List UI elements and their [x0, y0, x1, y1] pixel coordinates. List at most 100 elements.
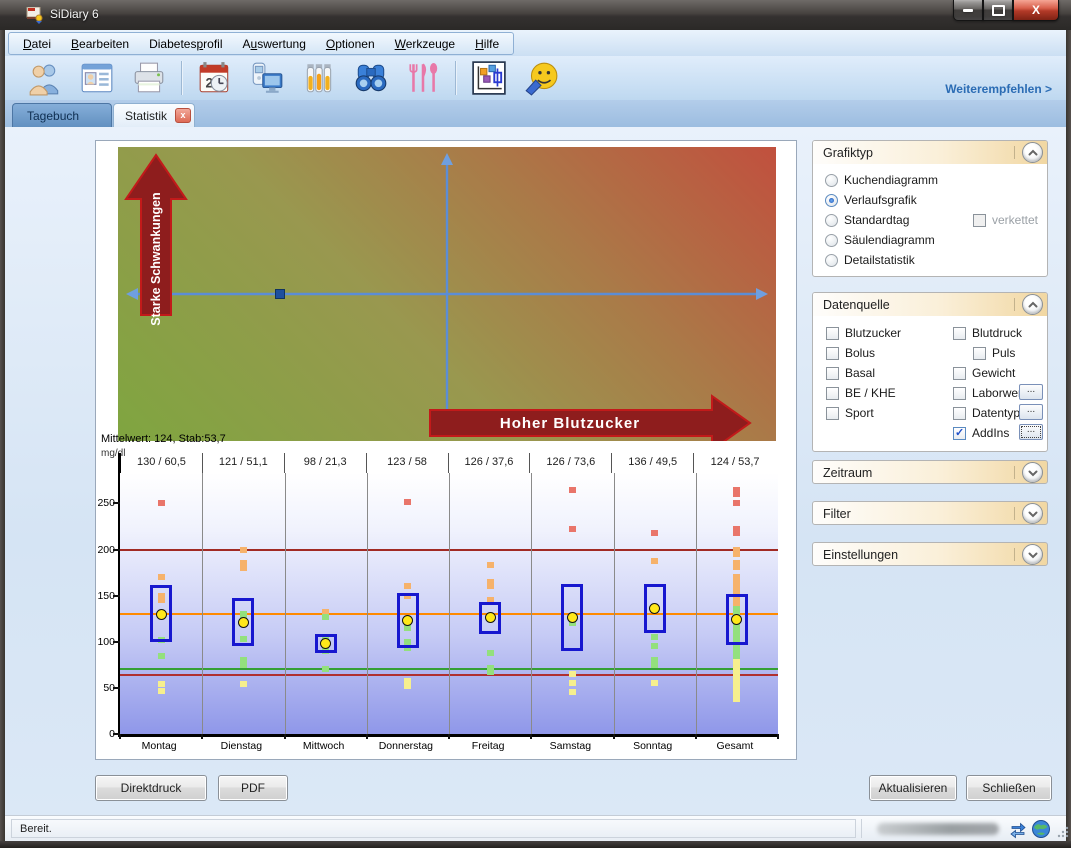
checkbox-option-puls[interactable]: Puls — [973, 345, 1015, 361]
tab-tagebuch[interactable]: Tagebuch — [12, 103, 112, 127]
verkettet-checkbox-row[interactable]: verkettet — [973, 212, 1038, 228]
column-header: 121 / 51,1 — [203, 453, 285, 473]
calendar-icon[interactable]: 2 — [189, 58, 241, 98]
checkbox-option-gewicht[interactable]: Gewicht — [953, 365, 1015, 381]
data-point — [158, 681, 165, 687]
more-options-button[interactable]: ... — [1019, 384, 1043, 400]
y-tick-label: 0 — [93, 728, 115, 740]
radio-button[interactable] — [825, 214, 838, 227]
window-frame-bottom — [0, 841, 1071, 848]
quadrant-chart: Starke Schwankungen Hoher Blutzucker — [118, 147, 776, 441]
x-tick-mark — [119, 734, 121, 739]
recommend-link[interactable]: Weiterempfehlen > — [945, 82, 1052, 96]
header-divider — [1014, 507, 1015, 520]
maximize-button[interactable] — [983, 0, 1013, 21]
glucose-devices-icon[interactable] — [241, 58, 293, 98]
checkbox[interactable] — [953, 427, 966, 440]
x-tick-mark — [448, 734, 450, 739]
binoculars-icon[interactable] — [345, 58, 397, 98]
boxplot-plot: 050100150200250 — [118, 473, 778, 737]
horizontal-arrow-label: Hoher Blutzucker — [500, 415, 640, 432]
checkbox[interactable] — [826, 347, 839, 360]
nutrition-icon[interactable] — [397, 58, 449, 98]
checkbox-option-be-khe[interactable]: BE / KHE — [826, 385, 896, 401]
day-separator — [285, 473, 286, 734]
more-options-button[interactable]: ... — [1019, 404, 1043, 420]
day-label: Sonntag — [612, 740, 694, 752]
menu-item-werkzeuge[interactable]: Werkzeuge — [385, 35, 465, 53]
radio-option-standardtag[interactable]: Standardtag — [825, 212, 909, 228]
more-options-button[interactable]: ... — [1019, 424, 1043, 440]
checkbox[interactable] — [826, 367, 839, 380]
globe-icon[interactable] — [1031, 819, 1051, 839]
y-tick-label: 100 — [93, 636, 115, 648]
checkbox-option-addins[interactable]: AddIns — [953, 425, 1009, 441]
panel-einstellungen-header[interactable]: Einstellungen — [813, 543, 1047, 566]
checkbox[interactable] — [953, 367, 966, 380]
menu-item-diabetesprofil[interactable]: Diabetesprofil — [139, 35, 232, 53]
checkbox[interactable] — [953, 407, 966, 420]
checkbox[interactable] — [953, 387, 966, 400]
checkbox[interactable] — [973, 347, 986, 360]
close-button[interactable]: X — [1013, 0, 1059, 21]
expand-button[interactable] — [1022, 462, 1043, 483]
menu-item-datei[interactable]: Datei — [13, 35, 61, 53]
menu-item-optionen[interactable]: Optionen — [316, 35, 385, 53]
checkbox-option-blutzucker[interactable]: Blutzucker — [826, 325, 901, 341]
patient-profile-icon[interactable] — [71, 58, 123, 98]
minimize-button[interactable] — [953, 0, 983, 21]
quadrant-overlay: Starke Schwankungen Hoher Blutzucker — [118, 147, 776, 441]
checkbox[interactable] — [826, 407, 839, 420]
radio-button[interactable] — [825, 254, 838, 267]
radio-button[interactable] — [825, 174, 838, 187]
header-divider — [1014, 466, 1015, 479]
statistics-icon[interactable] — [463, 58, 515, 98]
data-point — [487, 583, 494, 589]
status-text: Bereit. — [11, 819, 856, 838]
y-tick-mark — [113, 549, 120, 551]
checkbox[interactable] — [953, 327, 966, 340]
panel-filter-header[interactable]: Filter — [813, 502, 1047, 525]
menu-item-hilfe[interactable]: Hilfe — [465, 35, 509, 53]
tab-label: Tagebuch — [27, 109, 79, 123]
radio-option-säulendiagramm[interactable]: Säulendiagramm — [825, 232, 935, 248]
panel-grafiktyp: Grafiktyp KuchendiagrammVerlaufsgrafikSt… — [812, 140, 1048, 277]
radio-label: Verlaufsgrafik — [844, 193, 917, 207]
tab-close-icon[interactable]: x — [175, 108, 191, 123]
radio-button[interactable] — [825, 234, 838, 247]
checkbox-option-basal[interactable]: Basal — [826, 365, 875, 381]
resize-grip[interactable] — [1053, 822, 1071, 842]
pdf-button[interactable]: PDF — [218, 775, 288, 801]
radio-option-verlaufsgrafik[interactable]: Verlaufsgrafik — [825, 192, 917, 208]
expand-button[interactable] — [1022, 544, 1043, 565]
users-icon[interactable] — [19, 58, 71, 98]
sync-icon[interactable] — [1008, 819, 1028, 839]
direktdruck-button[interactable]: Direktdruck — [95, 775, 207, 801]
data-point — [322, 614, 329, 620]
tab-statistik[interactable]: Statistik x — [113, 103, 195, 127]
checkbox-label: verkettet — [992, 213, 1038, 227]
collapse-button[interactable] — [1022, 294, 1043, 315]
aktualisieren-button[interactable]: Aktualisieren — [869, 775, 957, 801]
radio-label: Säulendiagramm — [844, 233, 935, 247]
checkbox-option-blutdruck[interactable]: Blutdruck — [953, 325, 1022, 341]
print-icon[interactable] — [123, 58, 175, 98]
header-divider — [1014, 298, 1015, 311]
expand-button[interactable] — [1022, 503, 1043, 524]
checkbox[interactable] — [826, 327, 839, 340]
lab-tubes-icon[interactable] — [293, 58, 345, 98]
checkbox-option-bolus[interactable]: Bolus — [826, 345, 875, 361]
checkbox-option-sport[interactable]: Sport — [826, 405, 874, 421]
panel-zeitraum-header[interactable]: Zeitraum — [813, 461, 1047, 484]
schliessen-button[interactable]: Schließen — [966, 775, 1052, 801]
radio-option-detailstatistik[interactable]: Detailstatistik — [825, 252, 915, 268]
feedback-icon[interactable] — [515, 58, 567, 98]
radio-button[interactable] — [825, 194, 838, 207]
menu-item-bearbeiten[interactable]: Bearbeiten — [61, 35, 139, 53]
checkbox[interactable] — [826, 387, 839, 400]
radio-option-kuchendiagramm[interactable]: Kuchendiagramm — [825, 172, 938, 188]
collapse-button[interactable] — [1022, 142, 1043, 163]
checkbox[interactable] — [973, 214, 986, 227]
data-point — [651, 530, 658, 536]
menu-item-auswertung[interactable]: Auswertung — [233, 35, 316, 53]
